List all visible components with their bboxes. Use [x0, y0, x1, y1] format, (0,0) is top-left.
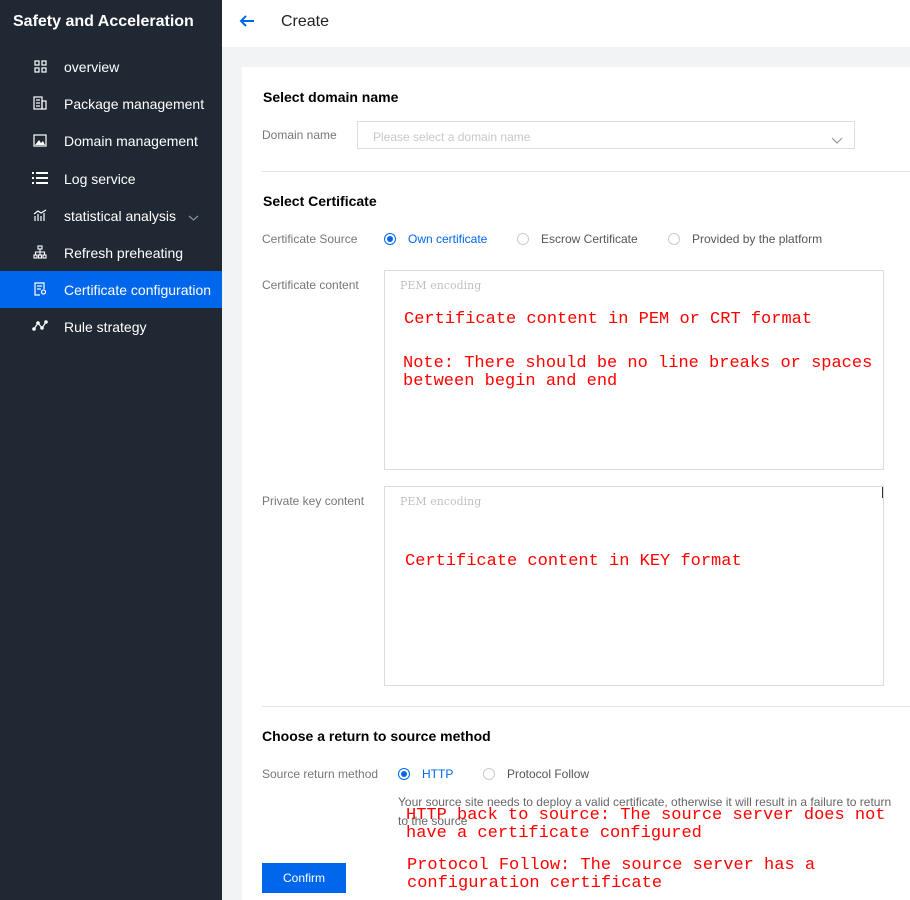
radio-provided-by-platform[interactable]: Provided by the platform — [668, 232, 822, 246]
private-key-textarea[interactable]: PEM encoding — [384, 486, 884, 686]
certificate-content-placeholder: PEM encoding — [400, 279, 482, 292]
image-icon — [32, 132, 48, 148]
sidebar-item-refresh-preheating[interactable]: Refresh preheating — [0, 234, 222, 271]
domain-select[interactable]: Please select a domain name — [357, 121, 855, 149]
radio-own-certificate[interactable]: Own certificate — [384, 232, 487, 246]
domain-name-label: Domain name — [262, 128, 337, 142]
page-title: Create — [281, 13, 330, 30]
certificate-content-label: Certificate content — [262, 278, 359, 292]
chevron-down-icon — [188, 209, 199, 227]
sidebar-item-label: Certificate configuration — [64, 281, 212, 298]
radio-http[interactable]: HTTP — [398, 767, 453, 781]
section-title-source-method: Choose a return to source method — [262, 728, 491, 744]
radio-label: HTTP — [422, 767, 454, 781]
radio-label: Escrow Certificate — [541, 232, 638, 246]
hierarchy-icon — [32, 244, 48, 260]
section-title-domain: Select domain name — [263, 89, 399, 105]
sidebar-item-label: Refresh preheating — [64, 244, 184, 261]
radio-label: Own certificate — [408, 232, 488, 246]
sidebar-item-statistical-analysis[interactable]: statistical analysis — [0, 197, 222, 234]
private-key-label: Private key content — [262, 494, 365, 508]
back-arrow-icon[interactable] — [239, 14, 257, 30]
chevron-down-icon — [831, 132, 843, 150]
sidebar-item-label: Rule strategy — [64, 318, 147, 335]
sidebar-item-label: overview — [64, 58, 120, 75]
section-title-certificate: Select Certificate — [263, 193, 377, 209]
confirm-button[interactable]: Confirm — [262, 863, 346, 893]
radio-indicator — [517, 233, 529, 245]
sidebar-item-label: Package management — [64, 95, 205, 112]
sidebar-item-domain-management[interactable]: Domain management — [0, 122, 222, 159]
list-icon — [32, 170, 48, 186]
sidebar-item-label: Domain management — [64, 132, 198, 149]
sidebar: Safety and Acceleration overview Package… — [0, 0, 222, 900]
app-title: Safety and Acceleration — [13, 13, 194, 30]
private-key-placeholder: PEM encoding — [400, 495, 482, 508]
rule-icon — [32, 318, 48, 334]
domain-select-placeholder: Please select a domain name — [373, 130, 531, 144]
radio-indicator — [398, 768, 410, 780]
radio-escrow-certificate[interactable]: Escrow Certificate — [517, 232, 638, 246]
text-cursor — [882, 487, 883, 498]
grid-icon — [32, 58, 48, 74]
sidebar-item-label: statistical analysis — [64, 207, 177, 224]
radio-indicator — [483, 768, 495, 780]
divider — [262, 171, 910, 172]
annotation-cert-format: Certificate content in PEM or CRT format — [404, 310, 813, 329]
chart-icon — [32, 207, 48, 223]
source-return-method-label: Source return method — [262, 767, 379, 781]
radio-indicator — [384, 233, 396, 245]
radio-label: Protocol Follow — [507, 767, 590, 781]
sidebar-item-package-management[interactable]: Package management — [0, 85, 222, 122]
create-form: Select domain name Domain name Please se… — [242, 67, 910, 900]
sidebar-item-log-service[interactable]: Log service — [0, 160, 222, 197]
radio-indicator — [668, 233, 680, 245]
divider — [262, 706, 910, 707]
annotation-cert-note: Note: There should be no line breaks or … — [403, 354, 873, 391]
sidebar-item-label: Log service — [64, 170, 136, 187]
certificate-icon — [32, 281, 48, 297]
certificate-source-label: Certificate Source — [262, 232, 358, 246]
annotation-follow-note: Protocol Follow: The source server has a… — [407, 856, 816, 893]
page-header: Create — [222, 0, 910, 47]
sidebar-item-rule-strategy[interactable]: Rule strategy — [0, 308, 222, 345]
radio-protocol-follow[interactable]: Protocol Follow — [483, 767, 589, 781]
package-icon — [32, 95, 48, 111]
annotation-key-format: Certificate content in KEY format — [405, 552, 742, 571]
annotation-http-note: HTTP back to source: The source server d… — [406, 806, 886, 843]
sidebar-item-certificate-configuration[interactable]: Certificate configuration — [0, 271, 222, 308]
radio-label: Provided by the platform — [692, 232, 823, 246]
sidebar-item-overview[interactable]: overview — [0, 48, 222, 85]
